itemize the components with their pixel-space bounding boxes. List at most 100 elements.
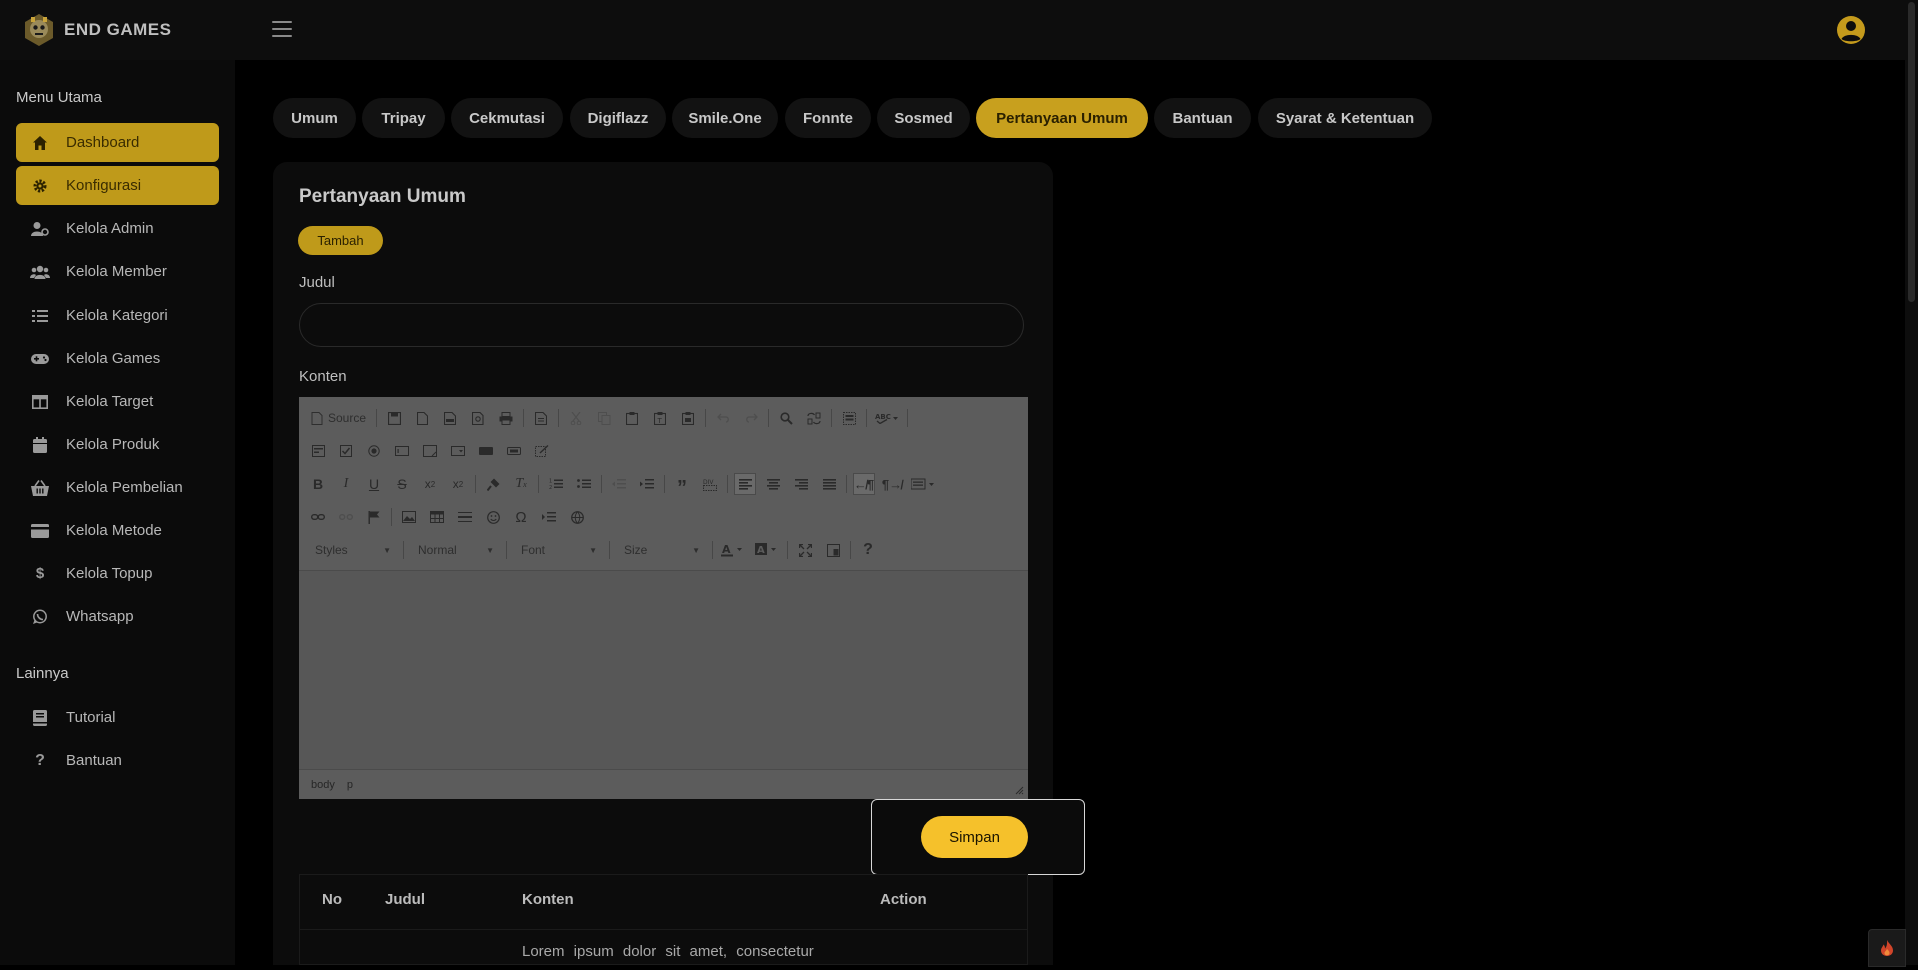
- tab-cekmutasi[interactable]: Cekmutasi: [451, 98, 563, 138]
- smiley-icon[interactable]: [482, 506, 504, 528]
- iframe-icon[interactable]: [566, 506, 588, 528]
- image-icon[interactable]: [398, 506, 420, 528]
- radio-icon[interactable]: [363, 440, 385, 462]
- find-icon[interactable]: [775, 407, 797, 429]
- ltr-icon[interactable]: ↚¶: [853, 473, 875, 495]
- strikethrough-icon[interactable]: S: [391, 473, 413, 495]
- paste-text-icon[interactable]: T: [649, 407, 671, 429]
- save-icon[interactable]: [383, 407, 405, 429]
- tab-pertanyaan-umum[interactable]: Pertanyaan Umum: [976, 98, 1148, 138]
- horizontal-line-icon[interactable]: [454, 506, 476, 528]
- underline-icon[interactable]: U: [363, 473, 385, 495]
- show-blocks-icon[interactable]: [822, 539, 844, 561]
- paste-icon[interactable]: [621, 407, 643, 429]
- judul-input[interactable]: [299, 303, 1024, 347]
- hidden-field-icon[interactable]: [531, 440, 553, 462]
- language-icon[interactable]: [909, 473, 937, 495]
- save-button[interactable]: Simpan: [921, 816, 1028, 858]
- sidebar-item-kelola-games[interactable]: Kelola Games: [16, 339, 219, 378]
- path-body[interactable]: body: [311, 779, 335, 791]
- dollar-icon: $: [35, 565, 45, 582]
- export-pdf-icon[interactable]: [439, 407, 461, 429]
- justify-icon[interactable]: [818, 473, 840, 495]
- tab-tripay[interactable]: Tripay: [362, 98, 445, 138]
- tab-digiflazz[interactable]: Digiflazz: [570, 98, 666, 138]
- numbered-list-icon[interactable]: 12: [545, 473, 567, 495]
- format-combo[interactable]: Normal ▼: [410, 539, 500, 561]
- sidebar-item-label: Kelola Member: [66, 263, 167, 280]
- about-icon[interactable]: ?: [857, 539, 879, 561]
- button-field-icon[interactable]: [475, 440, 497, 462]
- sidebar-item-tutorial[interactable]: Tutorial: [16, 698, 219, 737]
- sidebar-item-kelola-member[interactable]: Kelola Member: [16, 252, 219, 291]
- tab-syarat-ketentuan[interactable]: Syarat & Ketentuan: [1258, 98, 1432, 138]
- preview-icon[interactable]: [467, 407, 489, 429]
- create-div-icon[interactable]: DIV: [699, 473, 721, 495]
- sidebar-item-kelola-target[interactable]: Kelola Target: [16, 382, 219, 421]
- source-button[interactable]: Source: [307, 407, 370, 429]
- align-center-icon[interactable]: [762, 473, 784, 495]
- form-icon[interactable]: [307, 440, 329, 462]
- select-field-icon[interactable]: [447, 440, 469, 462]
- remove-format-icon[interactable]: Tx: [510, 473, 532, 495]
- size-combo[interactable]: Size ▼: [616, 539, 706, 561]
- special-char-icon[interactable]: Ω: [510, 506, 532, 528]
- checkbox-icon[interactable]: [335, 440, 357, 462]
- subscript-icon[interactable]: x2: [419, 473, 441, 495]
- link-icon[interactable]: [307, 506, 329, 528]
- templates-icon[interactable]: [530, 407, 552, 429]
- user-avatar-icon[interactable]: [1836, 15, 1866, 45]
- path-p[interactable]: p: [347, 779, 353, 791]
- fire-widget-button[interactable]: [1868, 929, 1906, 967]
- styles-combo[interactable]: Styles ▼: [307, 539, 397, 561]
- add-button[interactable]: Tambah: [298, 226, 383, 255]
- sidebar-item-kelola-topup[interactable]: $ Kelola Topup: [16, 554, 219, 593]
- brand-logo[interactable]: END GAMES: [22, 12, 171, 48]
- copy-format-icon[interactable]: [482, 473, 504, 495]
- print-icon[interactable]: [495, 407, 517, 429]
- image-button-icon[interactable]: [503, 440, 525, 462]
- italic-icon[interactable]: I: [335, 473, 357, 495]
- sidebar-item-whatsapp[interactable]: Whatsapp: [16, 597, 219, 636]
- text-color-icon[interactable]: A: [719, 539, 747, 561]
- tab-fonnte[interactable]: Fonnte: [785, 98, 871, 138]
- menu-toggle-icon[interactable]: [272, 21, 292, 37]
- paste-word-icon[interactable]: [677, 407, 699, 429]
- tab-bantuan[interactable]: Bantuan: [1154, 98, 1251, 138]
- sidebar-item-konfigurasi[interactable]: Konfigurasi: [16, 166, 219, 205]
- superscript-icon[interactable]: x2: [447, 473, 469, 495]
- spellcheck-icon[interactable]: ABC: [873, 407, 901, 429]
- bold-icon[interactable]: B: [307, 473, 329, 495]
- page-break-icon[interactable]: [538, 506, 560, 528]
- scrollbar-thumb[interactable]: [1908, 2, 1915, 302]
- anchor-icon[interactable]: [363, 506, 385, 528]
- table-insert-icon[interactable]: [426, 506, 448, 528]
- font-combo[interactable]: Font ▼: [513, 539, 603, 561]
- sidebar-item-kelola-kategori[interactable]: Kelola Kategori: [16, 296, 219, 335]
- tab-sosmed[interactable]: Sosmed: [877, 98, 970, 138]
- align-right-icon[interactable]: [790, 473, 812, 495]
- maximize-icon[interactable]: [794, 539, 816, 561]
- text-field-icon[interactable]: [391, 440, 413, 462]
- blockquote-icon[interactable]: ”: [671, 473, 693, 498]
- new-page-icon[interactable]: [411, 407, 433, 429]
- sidebar-item-bantuan[interactable]: ? Bantuan: [16, 741, 219, 780]
- sidebar-item-kelola-metode[interactable]: Kelola Metode: [16, 511, 219, 550]
- sidebar-item-dashboard[interactable]: Dashboard: [16, 123, 219, 162]
- page-scrollbar[interactable]: [1905, 0, 1918, 965]
- select-all-icon[interactable]: [838, 407, 860, 429]
- resize-handle-icon[interactable]: [1015, 786, 1024, 795]
- replace-icon[interactable]: [803, 407, 825, 429]
- editor-content-area[interactable]: [299, 570, 1028, 769]
- tab-smile-one[interactable]: Smile.One: [672, 98, 778, 138]
- bulleted-list-icon[interactable]: [573, 473, 595, 495]
- tab-umum[interactable]: Umum: [273, 98, 356, 138]
- rtl-icon[interactable]: ¶↛: [881, 473, 903, 495]
- align-left-icon[interactable]: [734, 473, 756, 495]
- sidebar-item-kelola-produk[interactable]: Kelola Produk: [16, 425, 219, 464]
- sidebar-item-kelola-admin[interactable]: Kelola Admin: [16, 209, 219, 248]
- sidebar-item-kelola-pembelian[interactable]: Kelola Pembelian: [16, 468, 219, 507]
- background-color-icon[interactable]: A: [753, 539, 781, 561]
- indent-icon[interactable]: [636, 473, 658, 495]
- textarea-icon[interactable]: [419, 440, 441, 462]
